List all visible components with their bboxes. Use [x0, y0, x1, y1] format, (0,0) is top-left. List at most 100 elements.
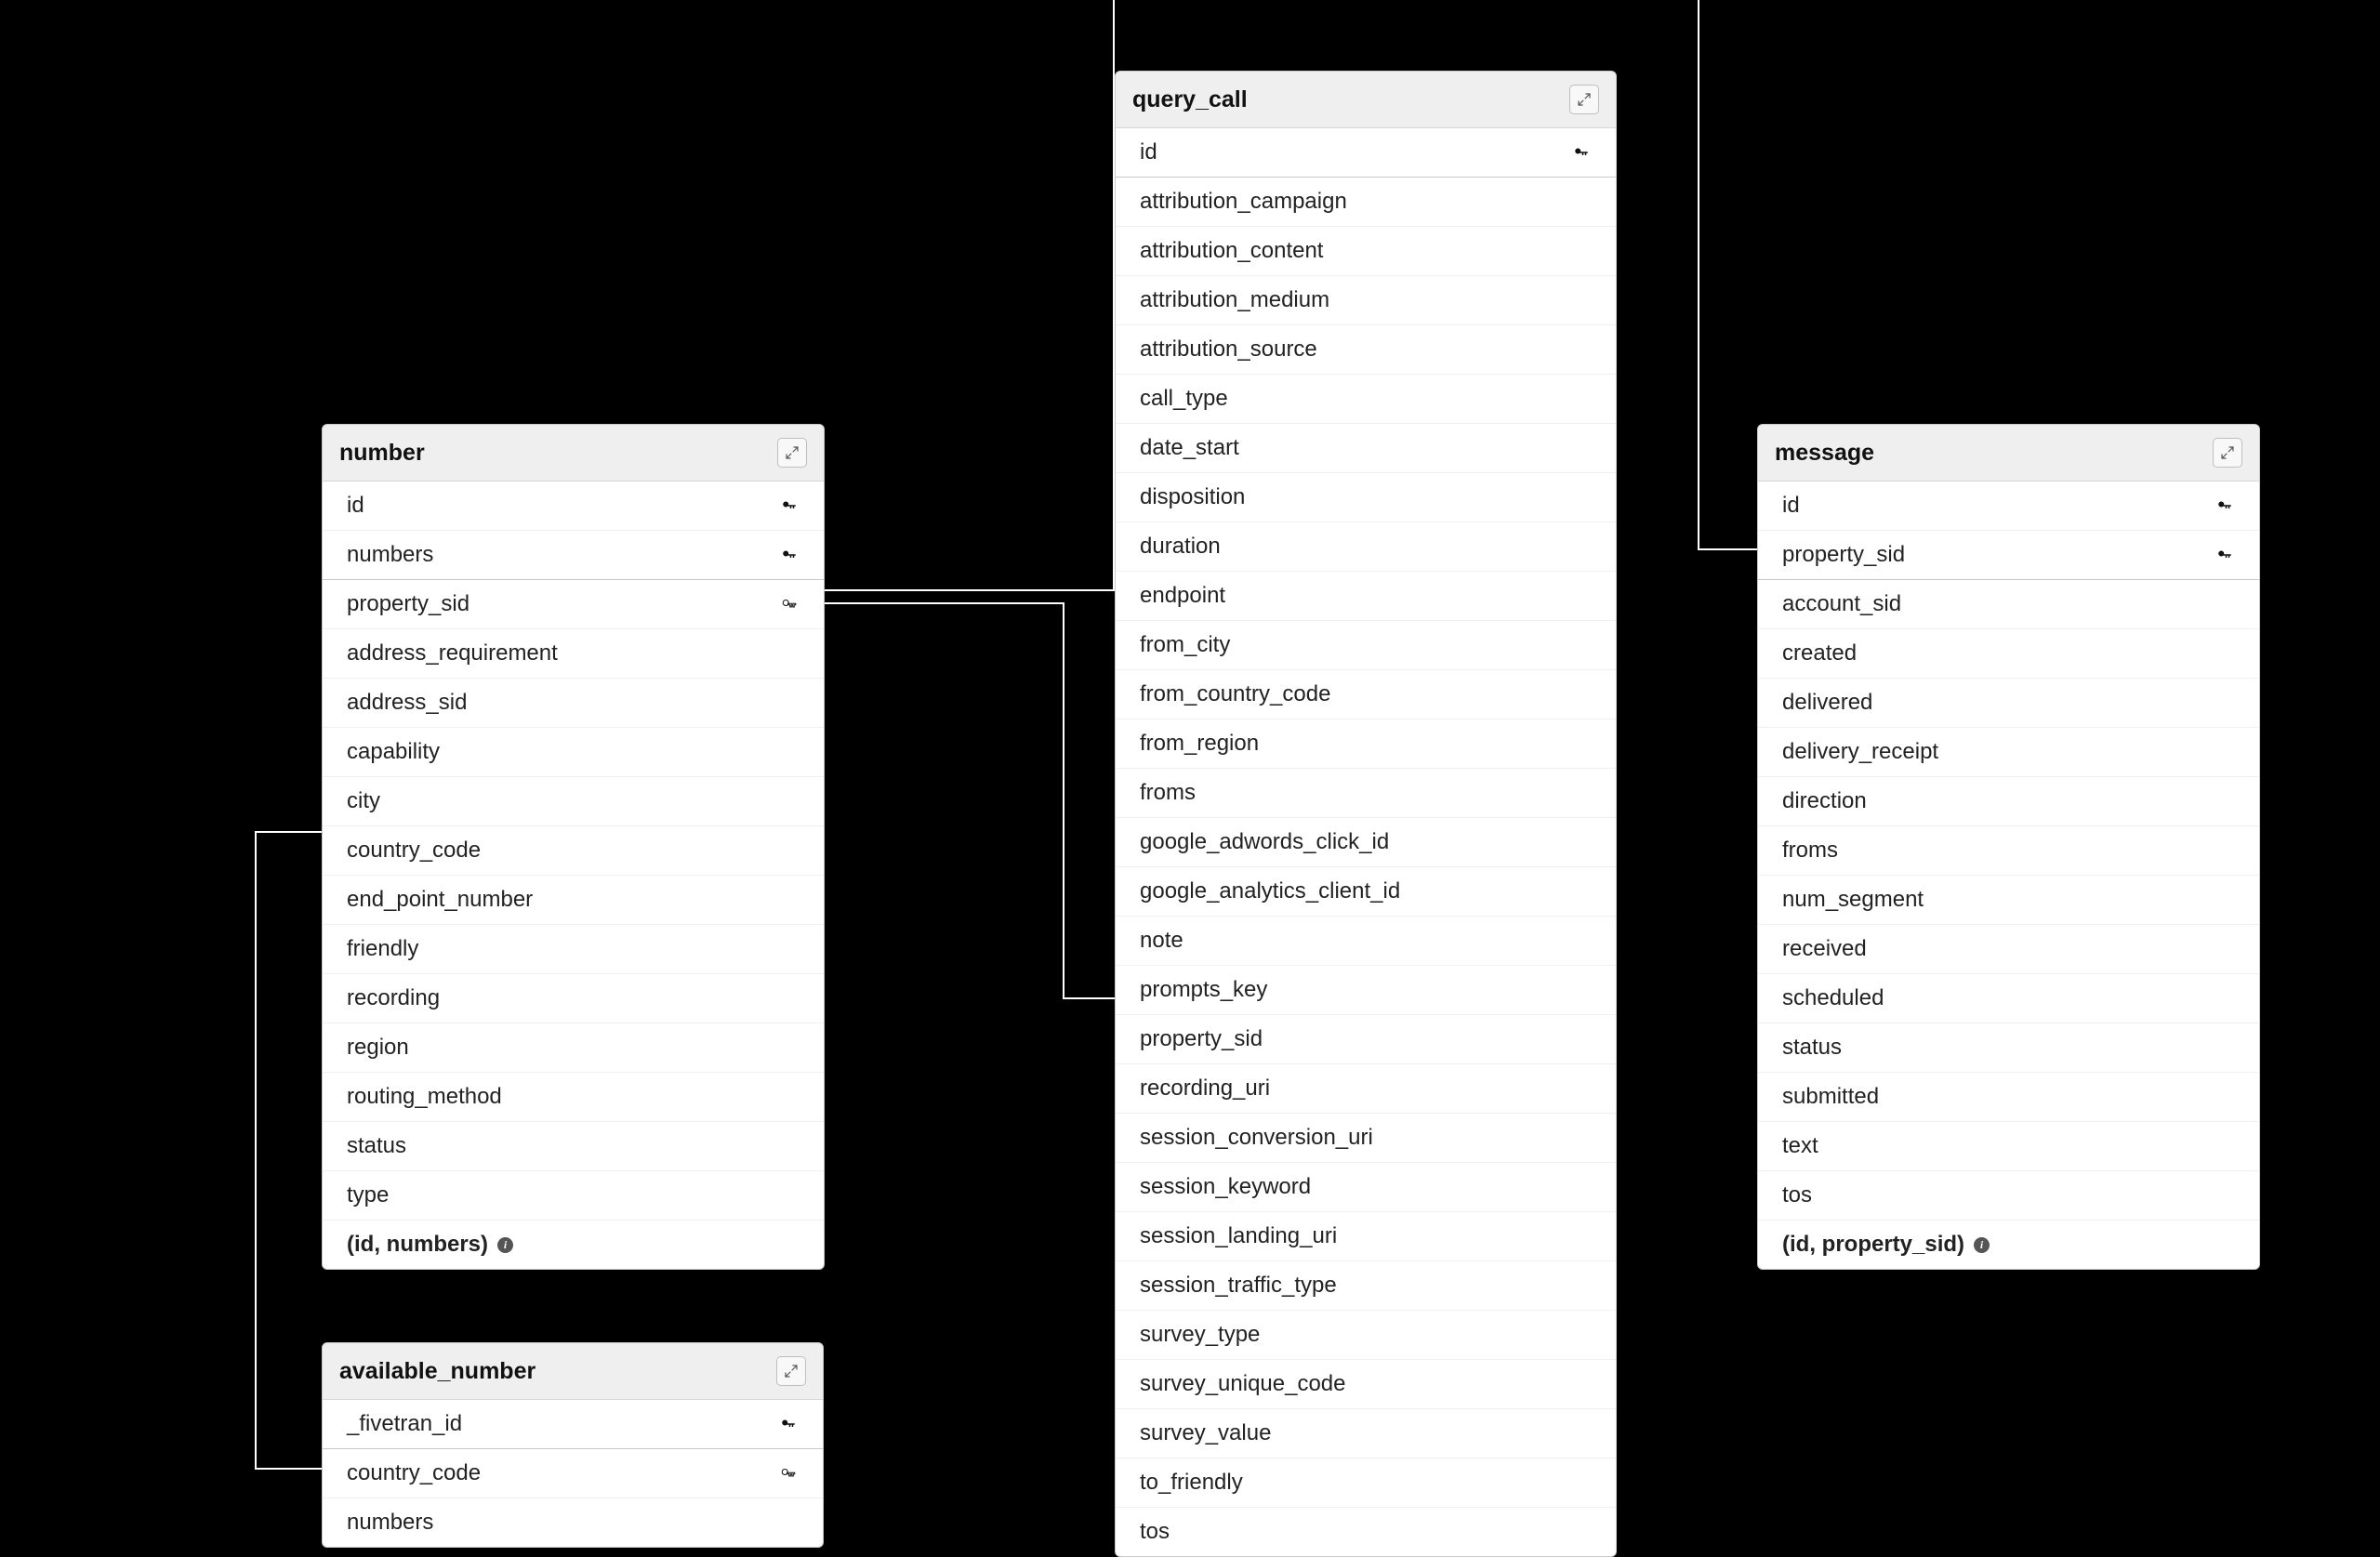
column-row[interactable]: created	[1758, 629, 2259, 679]
column-row[interactable]: tos	[1116, 1508, 1616, 1556]
column-name: endpoint	[1140, 583, 1592, 609]
column-row[interactable]: to_friendly	[1116, 1458, 1616, 1508]
composite-key-row[interactable]: (id, numbers)i	[323, 1221, 824, 1269]
column-row[interactable]: delivered	[1758, 679, 2259, 728]
column-name: recording_uri	[1140, 1075, 1592, 1102]
column-row[interactable]: country_code	[323, 1449, 823, 1498]
column-row[interactable]: _fivetran_id	[323, 1400, 823, 1449]
expand-icon[interactable]	[777, 438, 807, 468]
column-row[interactable]: from_region	[1116, 719, 1616, 769]
table-title: available_number	[339, 1358, 536, 1385]
column-row[interactable]: google_analytics_client_id	[1116, 867, 1616, 917]
primary-key-icon	[779, 545, 800, 565]
column-row[interactable]: country_code	[323, 826, 824, 876]
column-row[interactable]: region	[323, 1023, 824, 1073]
expand-icon[interactable]	[776, 1356, 806, 1386]
column-name: type	[347, 1182, 800, 1208]
column-row[interactable]: status	[323, 1122, 824, 1171]
column-row[interactable]: property_sid	[1116, 1015, 1616, 1064]
column-row[interactable]: session_conversion_uri	[1116, 1114, 1616, 1163]
column-row[interactable]: survey_value	[1116, 1409, 1616, 1458]
column-row[interactable]: routing_method	[323, 1073, 824, 1122]
expand-icon[interactable]	[1569, 85, 1599, 114]
column-row[interactable]: capability	[323, 728, 824, 777]
column-name: address_sid	[347, 690, 800, 716]
column-row[interactable]: froms	[1116, 769, 1616, 818]
column-row[interactable]: id	[323, 482, 824, 531]
column-name: routing_method	[347, 1084, 800, 1110]
column-name: country_code	[347, 838, 800, 864]
table-header: available_number	[323, 1343, 823, 1400]
column-name: google_analytics_client_id	[1140, 878, 1592, 904]
column-row[interactable]: session_traffic_type	[1116, 1261, 1616, 1311]
table-number: numberidnumbersproperty_sidaddress_requi…	[322, 424, 825, 1270]
primary-key-icon	[2215, 545, 2235, 565]
column-row[interactable]: num_segment	[1758, 876, 2259, 925]
column-row[interactable]: scheduled	[1758, 974, 2259, 1023]
column-row[interactable]: google_adwords_click_id	[1116, 818, 1616, 867]
column-row[interactable]: survey_unique_code	[1116, 1360, 1616, 1409]
column-row[interactable]: session_keyword	[1116, 1163, 1616, 1212]
column-row[interactable]: address_requirement	[323, 629, 824, 679]
column-row[interactable]: submitted	[1758, 1073, 2259, 1122]
primary-key-icon	[779, 495, 800, 516]
info-icon[interactable]: i	[497, 1237, 513, 1253]
column-row[interactable]: address_sid	[323, 679, 824, 728]
column-name: status	[347, 1133, 800, 1159]
column-row[interactable]: from_city	[1116, 621, 1616, 670]
column-row[interactable]: session_landing_uri	[1116, 1212, 1616, 1261]
relation-line	[825, 602, 1064, 604]
column-name: disposition	[1140, 484, 1592, 510]
column-name: status	[1782, 1035, 2235, 1061]
column-row[interactable]: received	[1758, 925, 2259, 974]
column-name: end_point_number	[347, 887, 800, 913]
column-row[interactable]: date_start	[1116, 424, 1616, 473]
column-row[interactable]: type	[323, 1171, 824, 1221]
relation-line	[255, 1468, 323, 1470]
column-row[interactable]: id	[1758, 482, 2259, 531]
column-name: google_adwords_click_id	[1140, 829, 1592, 855]
column-row[interactable]: id	[1116, 128, 1616, 178]
info-icon[interactable]: i	[1974, 1237, 1990, 1253]
column-row[interactable]: recording_uri	[1116, 1064, 1616, 1114]
column-row[interactable]: froms	[1758, 826, 2259, 876]
column-row[interactable]: friendly	[323, 925, 824, 974]
column-name: delivered	[1782, 690, 2235, 716]
column-row[interactable]: recording	[323, 974, 824, 1023]
composite-key-row[interactable]: (id, property_sid)i	[1758, 1221, 2259, 1269]
column-row[interactable]: property_sid	[1758, 531, 2259, 580]
column-name: account_sid	[1782, 591, 2235, 617]
column-name: id	[1782, 493, 2215, 519]
column-row[interactable]: property_sid	[323, 580, 824, 629]
table-header: query_call	[1116, 72, 1616, 128]
column-row[interactable]: prompts_key	[1116, 966, 1616, 1015]
column-row[interactable]: attribution_content	[1116, 227, 1616, 276]
column-row[interactable]: text	[1758, 1122, 2259, 1171]
column-row[interactable]: account_sid	[1758, 580, 2259, 629]
column-row[interactable]: direction	[1758, 777, 2259, 826]
column-row[interactable]: attribution_source	[1116, 325, 1616, 375]
column-name: survey_type	[1140, 1322, 1592, 1348]
column-row[interactable]: status	[1758, 1023, 2259, 1073]
column-row[interactable]: disposition	[1116, 473, 1616, 522]
column-row[interactable]: survey_type	[1116, 1311, 1616, 1360]
column-row[interactable]: duration	[1116, 522, 1616, 572]
column-row[interactable]: end_point_number	[323, 876, 824, 925]
column-name: address_requirement	[347, 640, 800, 666]
expand-icon[interactable]	[2213, 438, 2242, 468]
column-row[interactable]: from_country_code	[1116, 670, 1616, 719]
column-name: submitted	[1782, 1084, 2235, 1110]
foreign-key-icon	[778, 1463, 799, 1484]
column-row[interactable]: endpoint	[1116, 572, 1616, 621]
column-row[interactable]: call_type	[1116, 375, 1616, 424]
column-row[interactable]: note	[1116, 917, 1616, 966]
column-row[interactable]: numbers	[323, 531, 824, 580]
column-row[interactable]: attribution_medium	[1116, 276, 1616, 325]
column-row[interactable]: city	[323, 777, 824, 826]
table-available_number: available_number _fivetran_id country_code…	[322, 1342, 824, 1548]
column-row[interactable]: tos	[1758, 1171, 2259, 1221]
column-row[interactable]: delivery_receipt	[1758, 728, 2259, 777]
column-name: _fivetran_id	[347, 1411, 778, 1437]
column-row[interactable]: numbers	[323, 1498, 823, 1547]
column-row[interactable]: attribution_campaign	[1116, 178, 1616, 227]
